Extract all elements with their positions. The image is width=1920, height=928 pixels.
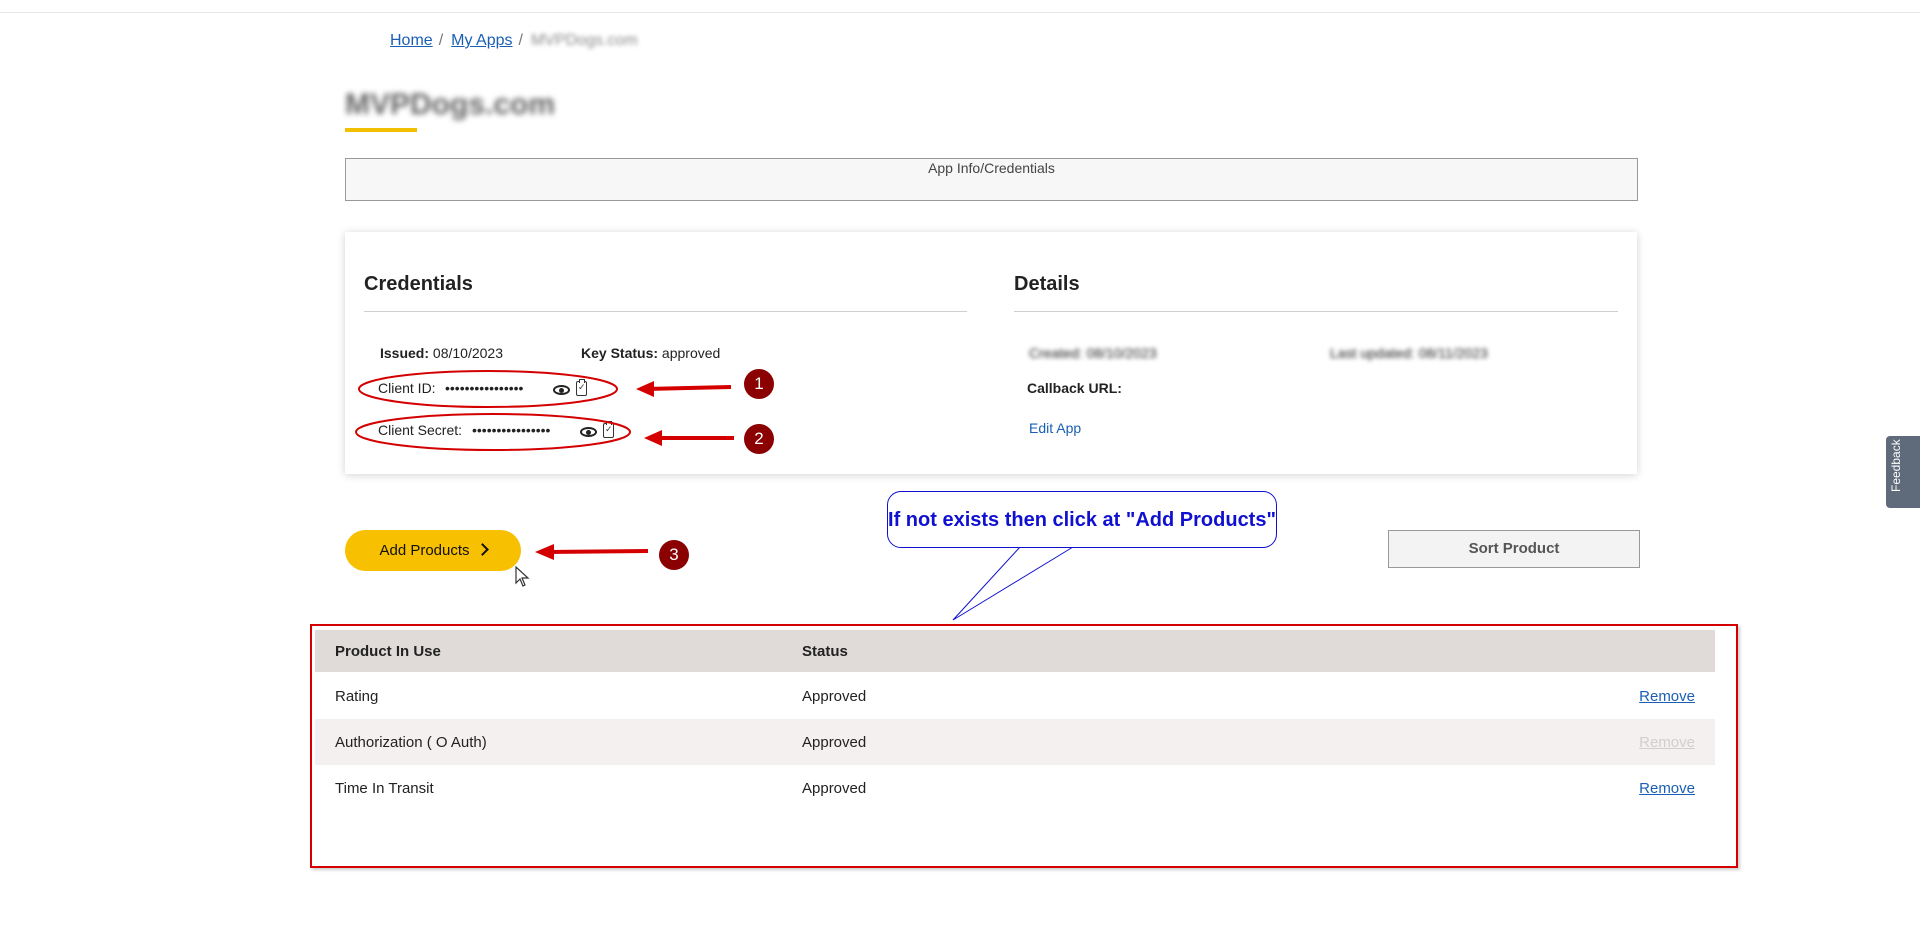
annotation-badge-2: 2 bbox=[744, 424, 774, 454]
client-secret-highlight-ellipse bbox=[355, 413, 631, 451]
arrow-1-head-icon bbox=[636, 381, 654, 397]
client-id-highlight-ellipse bbox=[358, 370, 618, 408]
products-highlight-box bbox=[310, 624, 1738, 868]
annotation-badge-3: 3 bbox=[659, 540, 689, 570]
arrow-3-head-icon bbox=[535, 544, 554, 560]
mouse-cursor-icon bbox=[515, 566, 530, 587]
arrow-3-icon bbox=[545, 549, 649, 554]
feedback-label: Feedback bbox=[1889, 439, 1903, 492]
annotation-badge-1: 1 bbox=[744, 369, 774, 399]
feedback-tab[interactable]: Feedback bbox=[1886, 436, 1920, 508]
callout-tail bbox=[952, 546, 1074, 621]
arrow-1-icon bbox=[644, 385, 732, 391]
annotation-callout: If not exists then click at "Add Product… bbox=[887, 491, 1277, 548]
arrow-2-head-icon bbox=[644, 430, 662, 446]
